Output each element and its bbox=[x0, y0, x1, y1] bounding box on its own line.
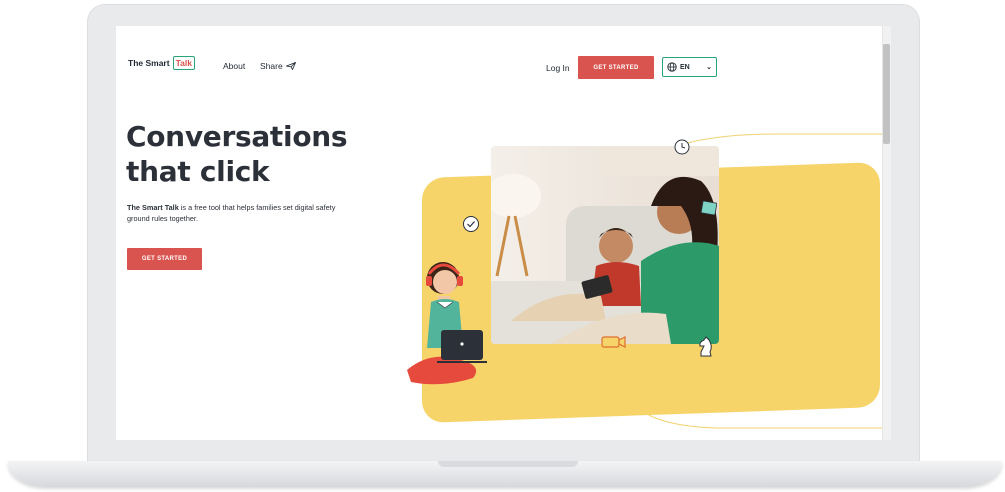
photo-card-icon bbox=[701, 201, 717, 215]
laptop-notch bbox=[438, 461, 578, 467]
scrollbar-thumb[interactable] bbox=[883, 44, 890, 144]
laptop-base bbox=[8, 461, 1002, 487]
girl-with-laptop-illustration bbox=[407, 262, 487, 385]
clock-chat-icon bbox=[674, 139, 690, 155]
chat-check-icon bbox=[463, 216, 479, 232]
scrollbar-track[interactable] bbox=[882, 26, 891, 440]
video-camera-icon bbox=[601, 336, 626, 348]
chess-knight-icon bbox=[699, 336, 712, 357]
browser-screen: The Smart Talk About Share Log In GET ST… bbox=[116, 26, 891, 440]
family-photo bbox=[491, 146, 719, 344]
